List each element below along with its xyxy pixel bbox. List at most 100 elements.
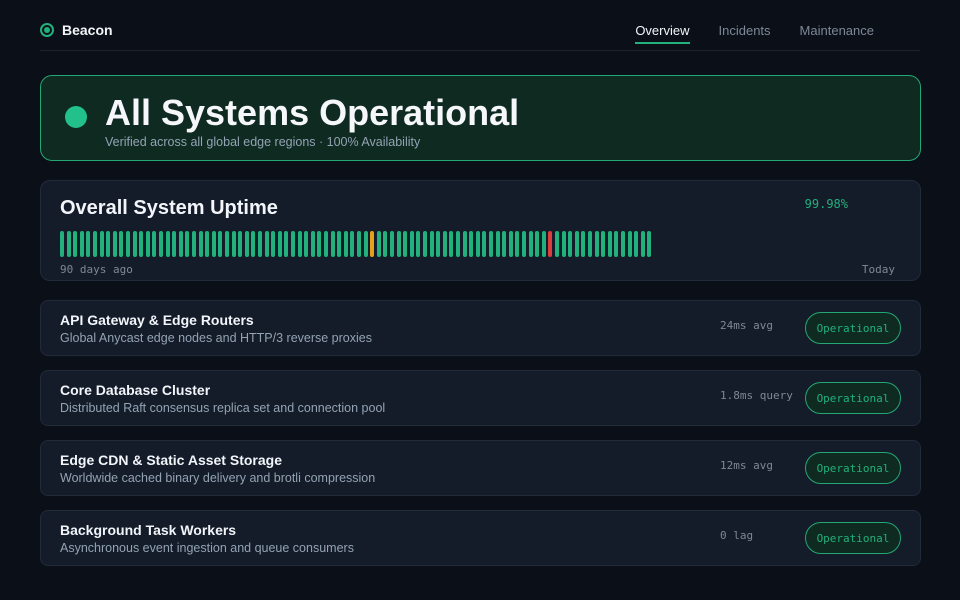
tab-overview[interactable]: Overview	[635, 0, 690, 51]
uptime-day-bar[interactable]	[277, 231, 282, 257]
uptime-day-bar[interactable]	[284, 231, 289, 257]
uptime-day-bar[interactable]	[469, 231, 474, 257]
uptime-day-bar[interactable]	[594, 231, 599, 257]
uptime-day-bar[interactable]	[548, 231, 553, 257]
uptime-day-bar[interactable]	[363, 231, 368, 257]
uptime-day-bar[interactable]	[192, 231, 196, 257]
uptime-day-bar[interactable]	[515, 231, 520, 257]
tab-incidents[interactable]: Incidents	[719, 0, 771, 51]
uptime-day-bar[interactable]	[607, 231, 612, 257]
uptime-day-bar[interactable]	[231, 231, 236, 257]
uptime-day-bar[interactable]	[93, 231, 97, 257]
uptime-day-bar[interactable]	[337, 231, 342, 257]
uptime-day-bar[interactable]	[621, 231, 625, 257]
uptime-day-bar[interactable]	[145, 231, 150, 257]
service-row[interactable]: Background Task Workers Asynchronous eve…	[40, 510, 921, 566]
uptime-day-bar[interactable]	[218, 231, 223, 257]
uptime-day-bar[interactable]	[330, 231, 335, 257]
uptime-day-bar[interactable]	[442, 231, 447, 257]
uptime-day-bar[interactable]	[475, 231, 480, 257]
uptime-day-bar[interactable]	[423, 231, 427, 257]
uptime-day-bar[interactable]	[198, 231, 203, 257]
uptime-day-bar[interactable]	[324, 231, 328, 257]
uptime-day-bar[interactable]	[429, 231, 434, 257]
uptime-day-bar[interactable]	[627, 231, 632, 257]
uptime-day-bar[interactable]	[640, 231, 645, 257]
uptime-day-bar[interactable]	[86, 231, 91, 257]
uptime-day-bar[interactable]	[258, 231, 262, 257]
uptime-day-bar[interactable]	[403, 231, 408, 257]
uptime-day-bar[interactable]	[225, 231, 229, 257]
uptime-day-bar[interactable]	[541, 231, 546, 257]
uptime-day-bar[interactable]	[555, 231, 559, 257]
uptime-day-bar[interactable]	[581, 231, 586, 257]
uptime-day-bar[interactable]	[561, 231, 566, 257]
uptime-day-bar[interactable]	[614, 231, 619, 257]
uptime-day-bar[interactable]	[66, 231, 71, 257]
uptime-day-bar[interactable]	[152, 231, 157, 257]
uptime-day-bar[interactable]	[495, 231, 500, 257]
uptime-day-bar[interactable]	[297, 231, 302, 257]
uptime-day-bar[interactable]	[291, 231, 295, 257]
uptime-day-bar[interactable]	[568, 231, 573, 257]
uptime-day-bar[interactable]	[165, 231, 170, 257]
uptime-day-bar[interactable]	[251, 231, 256, 257]
uptime-day-bar[interactable]	[343, 231, 348, 257]
uptime-day-bar[interactable]	[376, 231, 381, 257]
uptime-day-bar[interactable]	[588, 231, 592, 257]
uptime-day-bar[interactable]	[350, 231, 355, 257]
uptime-day-bar[interactable]	[508, 231, 513, 257]
uptime-day-bar[interactable]	[211, 231, 216, 257]
status-badge: Operational	[805, 452, 901, 484]
uptime-day-bar[interactable]	[502, 231, 507, 257]
uptime-day-bar[interactable]	[132, 231, 137, 257]
uptime-day-bar[interactable]	[601, 231, 606, 257]
uptime-day-bar[interactable]	[106, 231, 111, 257]
service-row[interactable]: Edge CDN & Static Asset Storage Worldwid…	[40, 440, 921, 496]
uptime-day-bar[interactable]	[310, 231, 315, 257]
uptime-day-bar[interactable]	[172, 231, 177, 257]
uptime-day-bar[interactable]	[112, 231, 117, 257]
uptime-day-bar[interactable]	[634, 231, 639, 257]
uptime-day-bar[interactable]	[99, 231, 104, 257]
uptime-day-bar[interactable]	[528, 231, 533, 257]
uptime-day-bar[interactable]	[370, 231, 375, 257]
uptime-day-bar[interactable]	[535, 231, 540, 257]
uptime-day-bar[interactable]	[482, 231, 487, 257]
uptime-day-bar[interactable]	[185, 231, 190, 257]
uptime-day-bar[interactable]	[79, 231, 84, 257]
uptime-day-bar[interactable]	[178, 231, 183, 257]
uptime-day-bar[interactable]	[390, 231, 394, 257]
uptime-day-bar[interactable]	[522, 231, 526, 257]
uptime-day-bar[interactable]	[357, 231, 361, 257]
uptime-day-bar[interactable]	[416, 231, 421, 257]
uptime-day-bar[interactable]	[119, 231, 124, 257]
uptime-day-bar[interactable]	[139, 231, 144, 257]
uptime-day-bar[interactable]	[126, 231, 130, 257]
uptime-day-bar[interactable]	[60, 231, 64, 257]
service-row[interactable]: API Gateway & Edge Routers Global Anycas…	[40, 300, 921, 356]
uptime-day-bar[interactable]	[73, 231, 78, 257]
uptime-day-bar[interactable]	[159, 231, 163, 257]
brand[interactable]: Beacon	[40, 22, 113, 38]
uptime-day-bar[interactable]	[574, 231, 579, 257]
uptime-day-bar[interactable]	[409, 231, 414, 257]
uptime-day-bar[interactable]	[647, 231, 652, 257]
uptime-day-bar[interactable]	[436, 231, 441, 257]
service-row[interactable]: Core Database Cluster Distributed Raft c…	[40, 370, 921, 426]
uptime-day-bar[interactable]	[396, 231, 401, 257]
uptime-day-bar[interactable]	[244, 231, 249, 257]
uptime-day-bar[interactable]	[304, 231, 309, 257]
uptime-day-bar[interactable]	[489, 231, 493, 257]
uptime-day-bar[interactable]	[456, 231, 460, 257]
uptime-day-bar[interactable]	[264, 231, 269, 257]
uptime-day-bar[interactable]	[383, 231, 388, 257]
uptime-day-bar[interactable]	[238, 231, 243, 257]
uptime-day-bar[interactable]	[271, 231, 276, 257]
uptime-day-bar[interactable]	[449, 231, 454, 257]
uptime-day-bar[interactable]	[205, 231, 210, 257]
uptime-day-bar[interactable]	[462, 231, 467, 257]
service-description: Asynchronous event ingestion and queue c…	[60, 541, 354, 555]
tab-maintenance[interactable]: Maintenance	[800, 0, 874, 51]
uptime-day-bar[interactable]	[317, 231, 322, 257]
